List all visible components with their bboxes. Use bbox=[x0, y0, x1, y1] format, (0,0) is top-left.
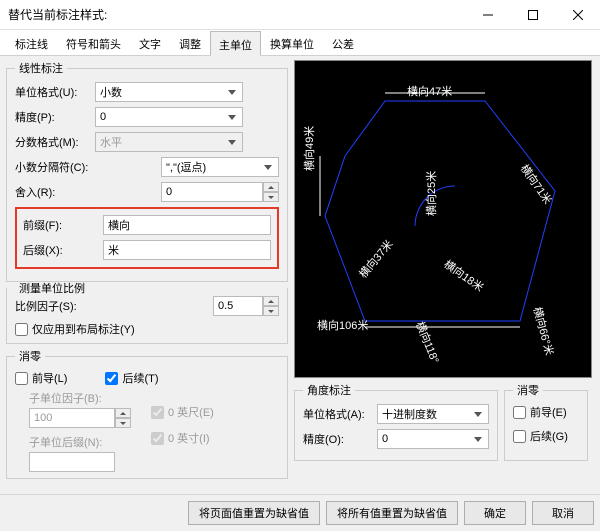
subsuffix-field bbox=[29, 452, 115, 472]
round-down-icon[interactable] bbox=[263, 192, 279, 202]
leading-label: 前导(L) bbox=[32, 370, 67, 386]
reset-all-button[interactable]: 将所有值重置为缺省值 bbox=[326, 501, 458, 525]
precision-select[interactable]: 0 bbox=[95, 107, 243, 127]
zero-feet-label: 0 英尺(E) bbox=[168, 404, 214, 420]
trailing-checkbox[interactable]: 后续(T) bbox=[105, 370, 158, 386]
pv-label-25: 横向25米 bbox=[423, 171, 439, 216]
tab-alt-units[interactable]: 换算单位 bbox=[261, 30, 323, 55]
maximize-button[interactable] bbox=[510, 0, 555, 30]
tab-tolerance[interactable]: 公差 bbox=[323, 30, 363, 55]
round-label: 舍入(R): bbox=[15, 184, 95, 200]
subfactor-down-icon bbox=[115, 418, 131, 428]
subfactor-label: 子单位因子(B): bbox=[29, 390, 131, 406]
layout-only-box[interactable] bbox=[15, 323, 28, 336]
minimize-button[interactable] bbox=[465, 0, 510, 30]
tab-strip: 标注线 符号和箭头 文字 调整 主单位 换算单位 公差 bbox=[0, 30, 600, 56]
precision-label: 精度(P): bbox=[15, 109, 95, 125]
prefix-suffix-highlight: 前缀(F): 后缀(X): bbox=[15, 207, 279, 269]
tab-symbols[interactable]: 符号和箭头 bbox=[57, 30, 130, 55]
angle-unit-select[interactable]: 十进制度数 bbox=[377, 404, 489, 424]
scale-down-icon[interactable] bbox=[263, 306, 279, 316]
scale-up-icon[interactable] bbox=[263, 296, 279, 306]
window-title: 替代当前标注样式: bbox=[0, 6, 465, 23]
leading-box[interactable] bbox=[15, 372, 28, 385]
angle-trailing-label: 后续(G) bbox=[530, 428, 568, 444]
layout-only-checkbox[interactable]: 仅应用到布局标注(Y) bbox=[15, 321, 279, 337]
angle-unit-label: 单位格式(A): bbox=[303, 406, 377, 422]
leading-checkbox[interactable]: 前导(L) bbox=[15, 370, 67, 386]
close-button[interactable] bbox=[555, 0, 600, 30]
angle-leading-checkbox[interactable]: 前导(E) bbox=[513, 404, 579, 420]
pv-label-106: 横向106米 bbox=[317, 317, 368, 333]
angle-trailing-box[interactable] bbox=[513, 430, 526, 443]
subsuffix-label: 子单位后缀(N): bbox=[29, 434, 131, 450]
zero-feet-box bbox=[151, 406, 164, 419]
subfactor-up-icon bbox=[115, 408, 131, 418]
round-input[interactable] bbox=[161, 182, 279, 202]
ok-button[interactable]: 确定 bbox=[464, 501, 526, 525]
angle-trailing-checkbox[interactable]: 后续(G) bbox=[513, 428, 579, 444]
measure-scale-legend: 测量单位比例 bbox=[15, 280, 89, 296]
tab-fit[interactable]: 调整 bbox=[170, 30, 210, 55]
trailing-box[interactable] bbox=[105, 372, 118, 385]
zero-legend: 消零 bbox=[15, 348, 45, 364]
linear-legend: 线性标注 bbox=[15, 60, 67, 76]
subfactor-input bbox=[29, 408, 131, 428]
angle-leading-box[interactable] bbox=[513, 406, 526, 419]
fraction-format-label: 分数格式(M): bbox=[15, 134, 95, 150]
round-up-icon[interactable] bbox=[263, 182, 279, 192]
zero-suppress-group: 消零 前导(L) 后续(T) 子单位因子(B): bbox=[6, 348, 288, 479]
zero-feet-checkbox: 0 英尺(E) bbox=[151, 404, 214, 420]
angle-leading-label: 前导(E) bbox=[530, 404, 567, 420]
trailing-label: 后续(T) bbox=[122, 370, 158, 386]
round-field[interactable] bbox=[161, 182, 263, 202]
measure-scale-group: 测量单位比例 比例因子(S): 仅应用到布局标注(Y) bbox=[6, 280, 288, 344]
tab-primary-units[interactable]: 主单位 bbox=[210, 31, 261, 56]
unit-format-label: 单位格式(U): bbox=[15, 84, 95, 100]
preview-canvas: 横向47米 横向49米 横向25米 横向71米 横向37米 横向18米 横向10… bbox=[294, 60, 592, 378]
zero-inch-label: 0 英寸(I) bbox=[168, 430, 210, 446]
reset-page-button[interactable]: 将页面值重置为缺省值 bbox=[188, 501, 320, 525]
pv-label-47: 横向47米 bbox=[407, 83, 452, 99]
prefix-input[interactable] bbox=[103, 215, 271, 235]
prefix-label: 前缀(F): bbox=[23, 217, 103, 233]
unit-format-select[interactable]: 小数 bbox=[95, 82, 243, 102]
angle-precision-label: 精度(O): bbox=[303, 431, 377, 447]
pv-label-49: 横向49米 bbox=[301, 126, 317, 171]
fraction-format-select: 水平 bbox=[95, 132, 243, 152]
tab-text[interactable]: 文字 bbox=[130, 30, 170, 55]
scale-factor-field[interactable] bbox=[213, 296, 263, 316]
angle-zero-legend: 消零 bbox=[513, 382, 543, 398]
suffix-input[interactable] bbox=[103, 240, 271, 260]
zero-inch-box bbox=[151, 432, 164, 445]
decimal-sep-select[interactable]: ","(逗点) bbox=[161, 157, 279, 177]
angle-zero-group: 消零 前导(E) 后续(G) bbox=[504, 382, 588, 461]
scale-factor-input[interactable] bbox=[213, 296, 279, 316]
scale-factor-label: 比例因子(S): bbox=[15, 298, 115, 314]
zero-inch-checkbox: 0 英寸(I) bbox=[151, 430, 214, 446]
angle-precision-select[interactable]: 0 bbox=[377, 429, 489, 449]
tab-dimline[interactable]: 标注线 bbox=[6, 30, 57, 55]
cancel-button[interactable]: 取消 bbox=[532, 501, 594, 525]
linear-dim-group: 线性标注 单位格式(U): 小数 精度(P): 0 分数格式(M): 水平 小数… bbox=[6, 60, 288, 282]
angle-dim-group: 角度标注 单位格式(A): 十进制度数 精度(O): 0 bbox=[294, 382, 498, 461]
layout-only-label: 仅应用到布局标注(Y) bbox=[32, 321, 135, 337]
subfactor-field bbox=[29, 408, 115, 428]
suffix-label: 后缀(X): bbox=[23, 242, 103, 258]
decimal-sep-label: 小数分隔符(C): bbox=[15, 159, 95, 175]
angle-legend: 角度标注 bbox=[303, 382, 355, 398]
